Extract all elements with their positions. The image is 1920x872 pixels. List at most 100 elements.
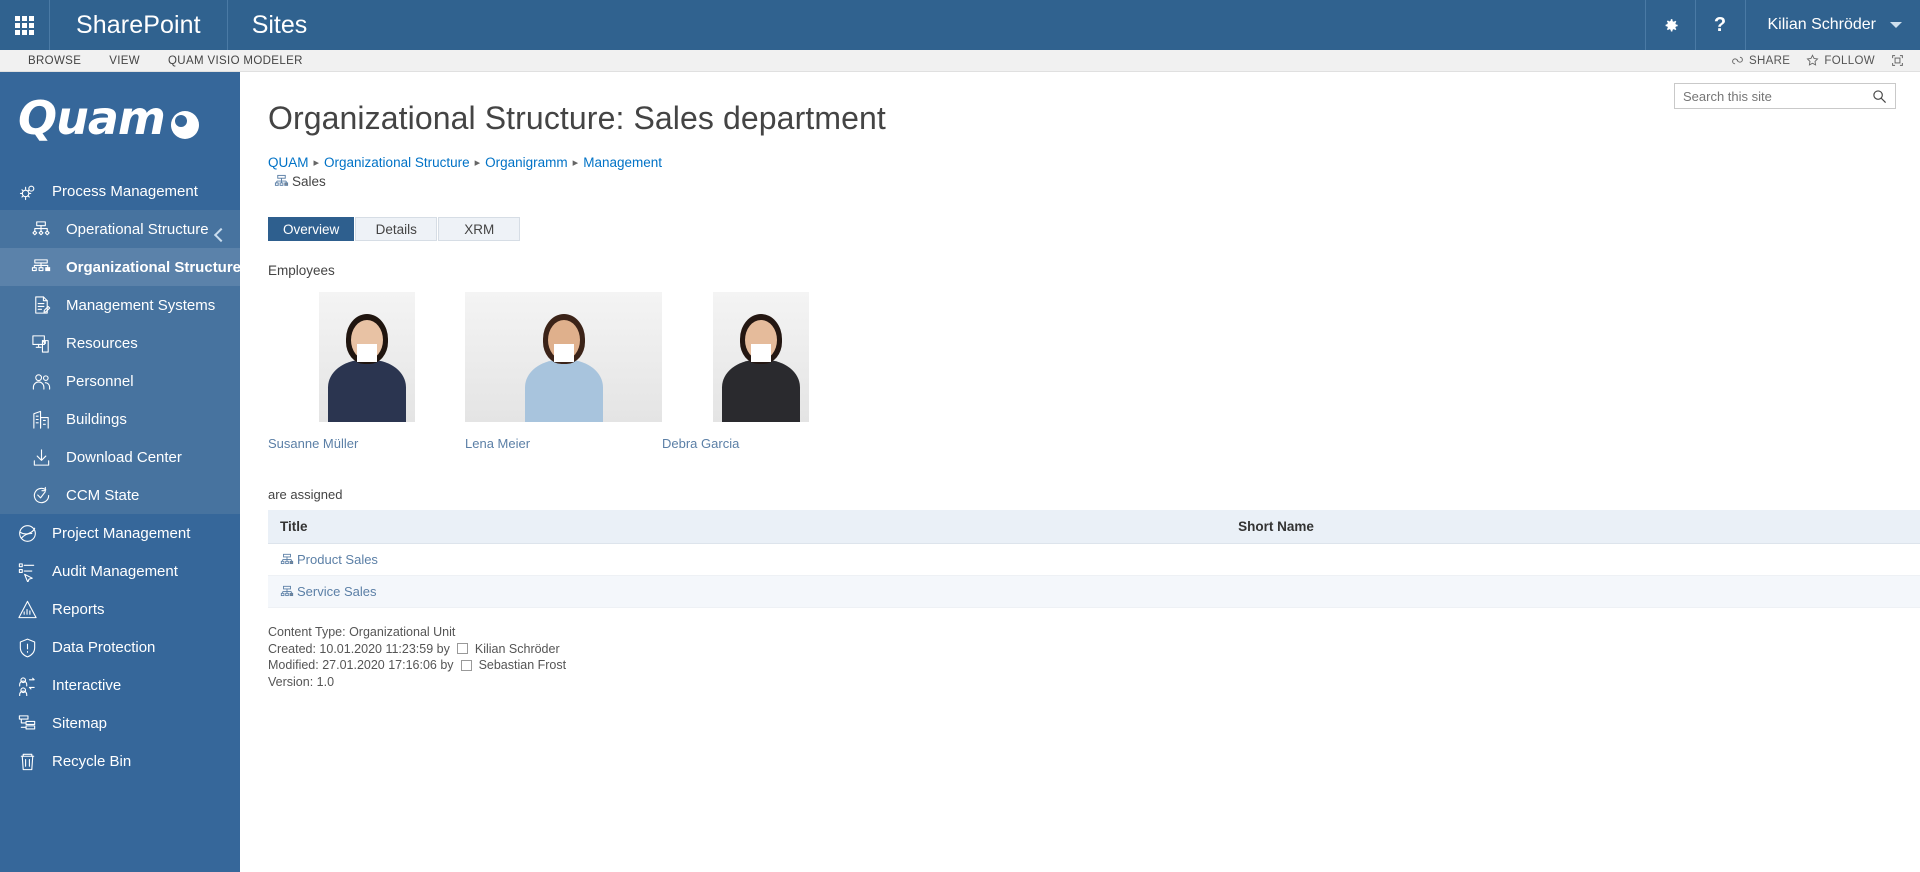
- breadcrumb-item-organizational-structure[interactable]: Organizational Structure: [324, 155, 470, 170]
- chart-triangle-icon: [17, 600, 37, 618]
- help-icon: ?: [1713, 13, 1727, 36]
- navigation-list: Process Management Operational Structure O…: [0, 172, 240, 780]
- employee-name-link[interactable]: Susanne Müller: [268, 436, 465, 451]
- sidebar-item-personnel[interactable]: Personnel: [0, 362, 240, 400]
- sidebar-item-buildings[interactable]: Buildings: [0, 400, 240, 438]
- sidebar-item-audit-management[interactable]: Audit Management: [0, 552, 240, 590]
- search-input[interactable]: [1675, 88, 1872, 104]
- shield-alert-icon: [16, 636, 38, 658]
- table-header-row: Title Short Name: [268, 510, 1920, 544]
- app-launcher-button[interactable]: [0, 0, 50, 50]
- modified-by: Sebastian Frost: [478, 658, 567, 672]
- sidebar-item-ccm-state[interactable]: CCM State: [0, 476, 240, 514]
- tab-xrm[interactable]: XRM: [438, 217, 521, 241]
- buildings-icon: [32, 410, 49, 429]
- sites-link[interactable]: Sites: [228, 0, 332, 50]
- share-icon: [1732, 56, 1743, 65]
- share-button[interactable]: SHARE: [1731, 54, 1790, 67]
- sidebar-item-label: Resources: [66, 334, 138, 352]
- check-cycle-icon: [33, 486, 49, 503]
- follow-label: FOLLOW: [1824, 54, 1875, 67]
- share-label: SHARE: [1748, 54, 1791, 67]
- sidebar-item-download-center[interactable]: Download Center: [0, 438, 240, 476]
- help-button[interactable]: ?: [1694, 0, 1745, 50]
- search-icon[interactable]: [1872, 89, 1895, 104]
- trash-icon: [20, 753, 34, 770]
- quam-logo[interactable]: Quam: [0, 72, 240, 164]
- sharepoint-brand-link[interactable]: SharePoint: [50, 0, 228, 50]
- chart-triangle-icon: [16, 598, 38, 620]
- gear-icon: [1665, 18, 1678, 31]
- column-header-short-name[interactable]: Short Name: [1226, 510, 1920, 544]
- star-icon: [1806, 54, 1819, 66]
- focus-on-content-icon: [1892, 55, 1903, 66]
- sidebar-item-label: Recycle Bin: [52, 752, 132, 770]
- sidebar-item-label: Process Management: [52, 182, 198, 200]
- breadcrumb-item-quam[interactable]: QUAM: [268, 155, 309, 170]
- sidebar-item-organizational-structure[interactable]: Organizational Structure: [0, 248, 240, 286]
- created-row: Created: 10.01.2020 11:23:59 by Kilian S…: [268, 641, 1920, 658]
- sidebar-item-label: Personnel: [66, 372, 134, 390]
- version: Version: 1.0: [268, 674, 335, 689]
- employee-card: Debra Garcia: [662, 292, 859, 451]
- sidebar-item-label: Organizational Structure: [66, 258, 240, 276]
- user-menu[interactable]: Kilian Schröder: [1744, 0, 1920, 50]
- tab-overview[interactable]: Overview: [268, 217, 355, 241]
- people-exchange-icon: [18, 676, 35, 696]
- quam-logo-text: Quam: [18, 91, 166, 145]
- breadcrumb-item-management[interactable]: Management: [583, 155, 662, 170]
- ribbon-bar: BROWSE VIEW QUAM VISIO MODELER SHARE FOL…: [0, 50, 1920, 72]
- employee-name-link[interactable]: Debra Garcia: [662, 436, 859, 451]
- employee-name-link[interactable]: Lena Meier: [465, 436, 662, 451]
- sidebar-item-label: Download Center: [66, 448, 182, 466]
- ribbon-actions: SHARE FOLLOW: [1731, 54, 1920, 67]
- org-chart-icon: [30, 256, 52, 278]
- sidebar-item-label: CCM State: [66, 486, 140, 504]
- sidebar-item-resources[interactable]: Resources: [0, 324, 240, 362]
- checklist-cursor-icon: [16, 560, 38, 582]
- shield-alert-icon: [19, 638, 35, 657]
- employee-photo: [318, 292, 415, 422]
- settings-button[interactable]: [1644, 0, 1695, 50]
- follow-button[interactable]: FOLLOW: [1806, 54, 1875, 67]
- org-unit-icon: [280, 553, 294, 564]
- org-unit-icon: [280, 585, 294, 596]
- sidebar-item-interactive[interactable]: Interactive: [0, 666, 240, 704]
- table-row[interactable]: Service Sales: [268, 575, 1920, 608]
- unit-link[interactable]: Product Sales: [280, 552, 1226, 567]
- globe-icon: [16, 522, 38, 544]
- table-row[interactable]: Product Sales: [268, 543, 1920, 576]
- sidebar-item-process-management[interactable]: Process Management: [0, 172, 240, 210]
- content-type: Content Type: Organizational Unit: [268, 625, 456, 639]
- chevron-left-icon: [213, 227, 229, 243]
- org-chart-icon: [31, 258, 50, 271]
- sidebar-item-project-management[interactable]: Project Management: [0, 514, 240, 552]
- content-tabs: Overview Details XRM: [240, 189, 1920, 241]
- column-header-title[interactable]: Title: [268, 510, 1227, 544]
- site-search[interactable]: [1674, 83, 1896, 109]
- user-presence-icon: [456, 643, 468, 655]
- ribbon-tab-quam-visio-modeler[interactable]: QUAM VISIO MODELER: [154, 55, 317, 67]
- focus-on-content-button[interactable]: [1891, 54, 1904, 67]
- sidebar-item-management-systems[interactable]: Management Systems: [0, 286, 240, 324]
- people-exchange-icon: [16, 674, 38, 696]
- ribbon-tab-view[interactable]: VIEW: [95, 55, 154, 67]
- collapse-navigation-button[interactable]: [206, 222, 232, 248]
- sidebar-item-label: Audit Management: [52, 562, 178, 580]
- sidebar-item-sitemap[interactable]: Sitemap: [0, 704, 240, 742]
- unit-link[interactable]: Service Sales: [280, 584, 1226, 599]
- assigned-label: are assigned: [268, 487, 343, 502]
- created-prefix: Created: 10.01.2020 11:23:59 by: [268, 641, 450, 656]
- employee-photo: [712, 292, 809, 422]
- gears-icon: [19, 185, 34, 200]
- breadcrumb-current-item: Sales: [240, 170, 1920, 189]
- app-launcher-icon: [15, 15, 34, 35]
- tab-details[interactable]: Details: [355, 217, 438, 241]
- sidebar-item-reports[interactable]: Reports: [0, 590, 240, 628]
- ribbon-tab-browse[interactable]: BROWSE: [14, 55, 95, 67]
- sidebar-item-operational-structure[interactable]: Operational Structure: [0, 210, 240, 248]
- sidebar-item-data-protection[interactable]: Data Protection: [0, 628, 240, 666]
- employees-list: Susanne Müller Lena Meier Debra Garcia: [240, 278, 1920, 451]
- sidebar-item-recycle-bin[interactable]: Recycle Bin: [0, 742, 240, 780]
- breadcrumb-item-organigramm[interactable]: Organigramm: [485, 155, 568, 170]
